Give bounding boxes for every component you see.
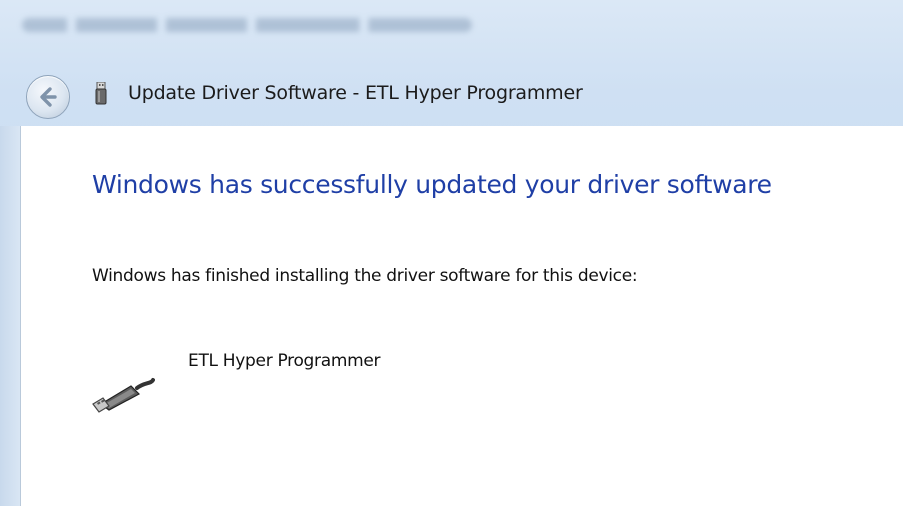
back-button[interactable] bbox=[26, 75, 70, 119]
navigation-bar: Update Driver Software - ETL Hyper Progr… bbox=[0, 68, 903, 124]
left-frame-strip bbox=[0, 126, 20, 506]
update-driver-window: Update Driver Software - ETL Hyper Progr… bbox=[0, 0, 903, 506]
finished-message: Windows has finished installing the driv… bbox=[92, 266, 638, 286]
device-name: ETL Hyper Programmer bbox=[188, 351, 381, 371]
success-heading: Windows has successfully updated your dr… bbox=[92, 170, 772, 199]
back-arrow-icon bbox=[40, 87, 57, 107]
content-panel: Windows has successfully updated your dr… bbox=[20, 126, 903, 506]
usb-device-icon bbox=[95, 82, 107, 105]
usb-cable-icon bbox=[92, 378, 155, 413]
window-title: Update Driver Software - ETL Hyper Progr… bbox=[128, 82, 583, 104]
blurred-background-title bbox=[22, 18, 472, 32]
